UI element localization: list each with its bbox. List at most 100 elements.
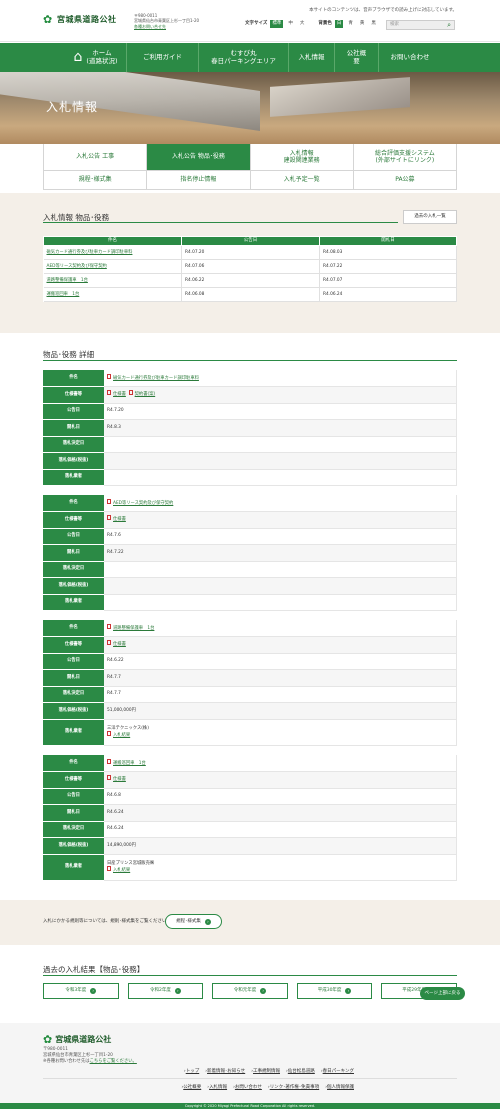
font-size-standard[interactable]: 標準 — [270, 20, 284, 28]
label-open: 開札日 — [43, 804, 104, 822]
nav-contact[interactable]: お問い合わせ — [379, 43, 441, 72]
hero-banner: 入札情報 — [0, 72, 500, 144]
item-link[interactable]: 道路整備保護車 1台 — [113, 626, 154, 631]
footer-link-legal[interactable]: リンク･著作権･免責事項 — [270, 1085, 320, 1090]
bg-color-white[interactable]: 白 — [334, 20, 344, 28]
label-announce: 公告日 — [43, 403, 104, 420]
open-date: R4.07.07 — [319, 273, 457, 288]
price-value: 51,000,000円 — [104, 702, 457, 720]
year-label: 令和3年度 — [65, 988, 87, 994]
footer-link-kasuga[interactable]: 春日パーキング — [323, 1069, 354, 1074]
tab-construction[interactable]: 入札公告 工事 — [44, 144, 148, 171]
item-link[interactable]: AED等リース契約及び保守契約 — [113, 501, 173, 506]
pdf-icon — [107, 775, 111, 781]
year-button-r1[interactable]: 令和元年度 › — [212, 983, 288, 999]
year-label: 令和2年度 — [149, 988, 171, 994]
footer-link-contact[interactable]: お問い合わせ — [235, 1085, 262, 1090]
footer-link-construction[interactable]: 工事規制情報 — [253, 1069, 280, 1074]
search-input[interactable]: 検索 ⌕ — [386, 20, 455, 30]
page-top-button[interactable]: ページ上部に戻る — [420, 987, 465, 1000]
label-announce: 公告日 — [43, 788, 104, 805]
announce-date: R4.06.08 — [181, 287, 320, 302]
label-specs: 仕様書等 — [43, 386, 104, 404]
site-logo[interactable]: ✿ 宮城県道路公社 — [43, 14, 117, 25]
results-link[interactable]: 入札結果 — [113, 868, 130, 873]
footer-link-sendai[interactable]: 仙台松島道路 — [288, 1069, 315, 1074]
footer-contact-link[interactable]: こちらをご覧ください。 — [90, 1059, 137, 1064]
detail-title: 物品･役務 詳細 — [43, 350, 95, 359]
results-link[interactable]: 入札結果 — [113, 733, 130, 738]
open-value: R4.8.3 — [104, 419, 457, 437]
detail-table: 件名 運搬巡回車 1台 仕様書等 仕様書 公告日 R4.6.8 開札日 R4.6.24 … — [43, 755, 457, 881]
font-size-medium[interactable]: 中 — [286, 20, 295, 28]
laptop-image-part — [270, 77, 410, 117]
tab-schedule[interactable]: 入札予定一覧 — [250, 171, 354, 190]
pdf-icon — [128, 390, 133, 396]
header-inquiry-link[interactable]: 各種お問い合せ先 — [134, 24, 166, 29]
footer-link-top[interactable]: トップ — [186, 1069, 200, 1074]
copyright: Copyright © 2020 Miyagi Prefectural Road… — [0, 1103, 500, 1109]
bid-link[interactable]: 運搬巡回車 1台 — [47, 292, 80, 297]
bg-color-yellow[interactable]: 黄 — [358, 20, 367, 28]
nav-bidding[interactable]: 入札情報 — [289, 43, 335, 72]
label-price: 落札価格(税抜) — [43, 577, 104, 595]
open-value: R4.7.22 — [104, 544, 457, 562]
pdf-icon — [107, 373, 111, 379]
price-value — [104, 452, 457, 470]
pdf-icon — [107, 390, 111, 396]
year-button-r3[interactable]: 令和3年度 › — [43, 983, 119, 999]
nav-about[interactable]: 公社概要 — [335, 43, 379, 72]
search-icon[interactable]: ⌕ — [447, 21, 451, 30]
col-header-name: 件名 — [43, 236, 182, 246]
year-label: 令和元年度 — [233, 988, 257, 994]
tab-construction-related[interactable]: 入札情報 建設関連業務 — [250, 144, 354, 171]
year-button-r2[interactable]: 令和2年度 › — [127, 983, 204, 999]
announce-value: R4.7.20 — [104, 403, 457, 420]
footer-links-row1: ›トップ ›新着情報･お知らせ ›工事規制情報 ›仙台松島道路 ›春日パーキング — [183, 1069, 354, 1074]
font-size-large[interactable]: 大 — [298, 20, 307, 28]
rules-button[interactable]: 規程･様式集 › — [165, 914, 222, 929]
tab-pa-recruit[interactable]: PA公募 — [353, 171, 457, 190]
item-link[interactable]: 運搬巡回車 1台 — [113, 761, 146, 766]
pdf-icon — [107, 640, 111, 646]
tab-goods-services[interactable]: 入札公告 物品･役務 — [147, 144, 251, 171]
footer-logo[interactable]: ✿ 宮城県道路公社 — [43, 1033, 111, 1047]
bid-link[interactable]: 道路整備保護車 1台 — [47, 278, 88, 283]
footer-link-privacy[interactable]: 個人情報保護 — [327, 1085, 354, 1090]
past-bids-button[interactable]: 過去の入札一覧 — [403, 210, 457, 224]
arrow-right-icon: › — [90, 988, 97, 994]
tab-evaluation-system[interactable]: 総合評価支援システム (外部サイトにリンク) — [353, 144, 457, 171]
pdf-icon — [107, 730, 111, 736]
accessibility-notice: 本サイトのコンテンツは、音声ブラウザでの読み上げに対応しています。 — [309, 8, 457, 13]
nav-parking[interactable]: むすび丸 春日パーキングエリア — [199, 43, 289, 72]
open-date: R4.07.22 — [319, 259, 457, 274]
table-row: 運搬巡回車 1台 R4.06.08 R4.06.24 — [43, 287, 457, 302]
footer-link-news[interactable]: 新着情報･お知らせ — [207, 1069, 245, 1074]
bid-link[interactable]: 磁気カード通行券及び駐車カード調印駐車料 — [47, 250, 133, 255]
nav-guide[interactable]: ご利用ガイド — [127, 43, 199, 72]
spec-link[interactable]: 仕様書 — [113, 517, 126, 522]
label-specs: 仕様書等 — [43, 636, 104, 654]
bg-color-blue[interactable]: 青 — [346, 20, 355, 28]
spec-link[interactable]: 仕様書 — [113, 777, 126, 782]
contract-link[interactable]: 契約書(案) — [135, 392, 156, 397]
spec-link[interactable]: 仕様書 — [113, 642, 126, 647]
footer-link-about[interactable]: 公社概要 — [183, 1085, 201, 1090]
tab-suspension[interactable]: 指名停止情報 — [147, 171, 251, 190]
tab-rules[interactable]: 規程･様式集 — [44, 171, 148, 190]
label-open: 開札日 — [43, 669, 104, 687]
price-value — [104, 577, 457, 595]
spec-link[interactable]: 仕様書 — [113, 392, 126, 397]
detail-table: 件名 磁気カード通行券及び駐車カード調印駐車料 仕様書等 仕様書 契約書(案) 公告… — [43, 370, 457, 486]
rules-section: 入札にかかる規則等については、規則･様式集をご覧ください。 規程･様式集 › — [0, 900, 500, 945]
footer-link-bidding[interactable]: 入札情報 — [209, 1085, 227, 1090]
bg-color-black[interactable]: 黒 — [369, 20, 378, 28]
item-link[interactable]: 磁気カード通行券及び駐車カード調印駐車料 — [113, 376, 199, 381]
year-button-h30[interactable]: 平成30年度 › — [296, 983, 373, 999]
decided-value — [104, 561, 457, 578]
col-header-open: 開札日 — [319, 236, 457, 246]
bid-link[interactable]: AED等リース契約及び保守契約 — [47, 264, 107, 269]
rules-button-label: 規程･様式集 — [176, 918, 201, 924]
nav-home[interactable]: ⌂ ホーム (道路状況) — [65, 43, 127, 72]
logo-mark-icon: ✿ — [43, 13, 53, 26]
